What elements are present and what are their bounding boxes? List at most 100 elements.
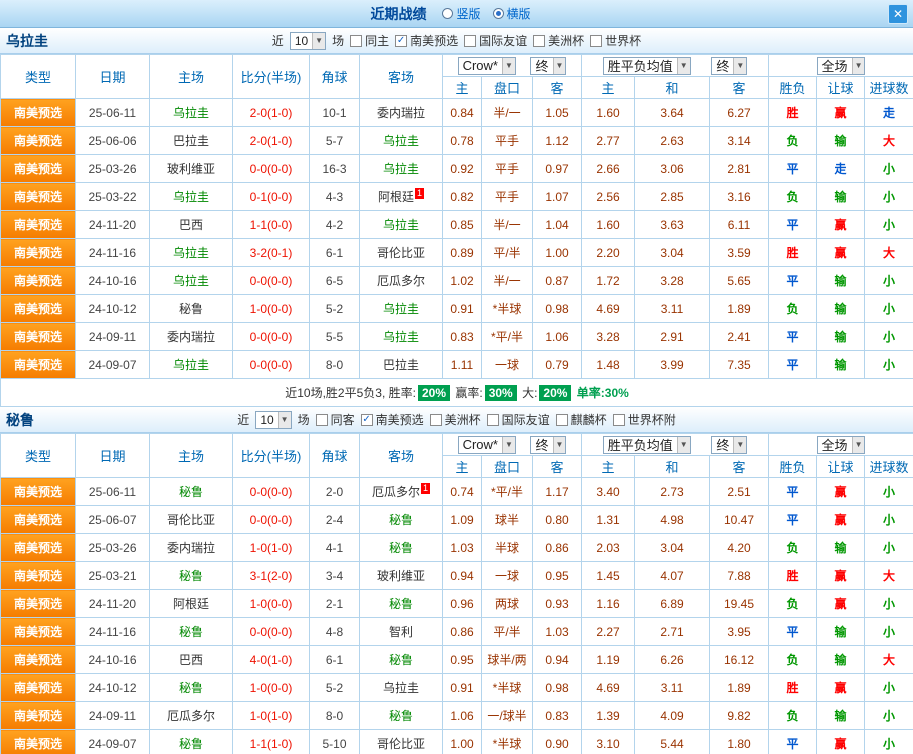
league-tag: 南美预选	[0, 589, 76, 618]
filter-checkbox-2[interactable]: 美洲杯	[429, 411, 481, 428]
corner-cell: 5-7	[309, 126, 360, 155]
result-goals: 大	[864, 561, 913, 590]
eu-draw-odds: 4.07	[634, 561, 711, 590]
eu-draw-odds: 2.73	[634, 477, 711, 506]
filter-checkbox-4[interactable]: 麒麟杯	[555, 411, 607, 428]
ah-line: 平手	[481, 154, 533, 183]
filter-checkbox-3[interactable]: 美洲杯	[533, 32, 584, 49]
score-cell: 1-0(1-0)	[232, 533, 310, 562]
filter-checkbox-1[interactable]: ✓ 南美预选	[395, 32, 458, 49]
league-tag: 南美预选	[0, 294, 76, 323]
subcol-7: 让球	[816, 455, 866, 478]
team-name: 阿根廷	[172, 597, 209, 611]
filter-checkbox-3[interactable]: 国际友谊	[486, 411, 550, 428]
score-cell: 0-0(0-0)	[232, 154, 310, 183]
panel-title: 近期战绩	[370, 5, 427, 22]
match-date: 25-03-22	[75, 182, 150, 211]
radio-label: 竖版	[456, 7, 481, 21]
filter-checkbox-5[interactable]: 世界杯附	[612, 411, 676, 428]
eu-draw-odds: 3.99	[634, 350, 711, 379]
result-handicap: 赢	[816, 238, 866, 267]
eu-draw-odds: 3.06	[634, 154, 711, 183]
odds-company-select[interactable]: Crow* ▼	[457, 56, 516, 75]
match-row: 南美预选 24-09-11 委内瑞拉 0-0(0-0) 5-5 乌拉圭 0.83 *平/半 1.…	[0, 322, 913, 351]
eu-draw-odds: 2.71	[634, 617, 711, 646]
team-name: 乌拉圭	[382, 218, 419, 232]
radio-icon	[492, 8, 504, 19]
recent-matches-table-1: 类型 日期 主场 比分(半场) 角球 客场 Crow* ▼ 终 ▼ 胜平负均值 ▼ 终 ▼ 全场 ▼ 主盘口客主…	[0, 433, 913, 754]
match-row: 南美预选 25-03-21 秘鲁 3-1(2-0) 3-4 玻利维亚 0.94 一球 0.95 1…	[0, 561, 913, 590]
summary-stat-value: 30%	[484, 385, 517, 401]
match-date: 24-10-12	[75, 673, 150, 702]
filter-checkbox-2[interactable]: 国际友谊	[464, 32, 527, 49]
summary-stat-label: 赢率:	[455, 386, 483, 400]
filter-checkbox-0[interactable]: 同主	[350, 32, 389, 49]
eu-home-odds: 1.16	[581, 589, 636, 618]
full-match-select[interactable]: 全场 ▼	[816, 56, 866, 75]
ah-home-odds: 0.89	[442, 238, 482, 267]
eu-draw-odds: 6.89	[634, 589, 711, 618]
full-match-select[interactable]: 全场 ▼	[816, 435, 866, 454]
recent-count-select[interactable]: 10 ▼	[289, 31, 327, 50]
subcol-3: 主	[581, 455, 636, 478]
result-handicap: 赢	[816, 98, 866, 127]
close-button[interactable]: ✕	[888, 4, 908, 24]
ah-home-odds: 1.02	[442, 266, 482, 295]
away-team-cell: 乌拉圭	[359, 294, 443, 323]
score-cell: 3-2(0-1)	[232, 238, 310, 267]
team-name: 乌拉圭	[172, 358, 209, 372]
eu-home-odds: 1.60	[581, 210, 636, 239]
layout-radio-1[interactable]: 横版	[492, 5, 531, 22]
score-cell: 1-1(1-0)	[232, 729, 310, 754]
result-goals: 大	[864, 238, 913, 267]
ah-final-select[interactable]: 终 ▼	[530, 435, 567, 454]
corner-cell: 6-5	[309, 266, 360, 295]
filter-checkbox-4[interactable]: 世界杯	[590, 32, 641, 49]
match-date: 25-06-11	[75, 477, 150, 506]
subcol-2: 客	[531, 76, 583, 99]
ah-home-odds: 0.83	[442, 322, 482, 351]
result-header: 全场 ▼	[768, 54, 913, 77]
col-type: 类型	[0, 433, 76, 478]
eu-final-select[interactable]: 终 ▼	[711, 56, 748, 75]
eu-odds-header: 胜平负均值 ▼ 终 ▼	[581, 433, 770, 456]
col-score: 比分(半场)	[232, 54, 310, 99]
layout-radio-0[interactable]: 竖版	[442, 5, 481, 22]
avg-odds-select[interactable]: 胜平负均值 ▼	[602, 56, 691, 75]
score-cell: 0-1(0-0)	[232, 182, 310, 211]
home-team-cell: 阿根廷	[149, 589, 233, 618]
checkbox-label: 美洲杯	[548, 34, 585, 48]
result-handicap: 赢	[816, 589, 866, 618]
col-date: 日期	[75, 433, 150, 478]
recent-count-select[interactable]: 10 ▼	[255, 410, 292, 429]
result-goals: 大	[864, 645, 913, 674]
home-team-cell: 乌拉圭	[149, 98, 233, 127]
match-date: 24-11-20	[75, 210, 150, 239]
away-team-cell: 厄瓜多尔	[359, 266, 443, 295]
eu-draw-odds: 4.98	[634, 505, 711, 534]
checkbox-icon	[464, 34, 477, 47]
away-team-cell: 委内瑞拉	[359, 98, 443, 127]
ah-line: 两球	[481, 589, 533, 618]
match-row: 南美预选 25-06-06 巴拉圭 2-0(1-0) 5-7 乌拉圭 0.78 平手 1.12 2…	[0, 126, 913, 155]
odds-company-select[interactable]: Crow* ▼	[457, 435, 516, 454]
eu-home-odds: 1.39	[581, 701, 636, 730]
eu-final-select[interactable]: 终 ▼	[711, 435, 748, 454]
ah-away-odds: 0.98	[531, 294, 583, 323]
team-name: 巴西	[178, 653, 203, 667]
team-name: 委内瑞拉	[166, 541, 215, 555]
score-cell: 0-0(0-0)	[232, 617, 310, 646]
filter-checkbox-1[interactable]: ✓ 南美预选	[360, 411, 424, 428]
ah-away-odds: 1.17	[531, 477, 583, 506]
filter-checkbox-0[interactable]: 同客	[315, 411, 355, 428]
eu-away-odds: 1.89	[709, 673, 770, 702]
result-goals: 小	[864, 210, 913, 239]
league-tag: 南美预选	[0, 617, 76, 646]
home-team-cell: 秘鲁	[149, 729, 233, 754]
avg-odds-select[interactable]: 胜平负均值 ▼	[602, 435, 691, 454]
result-handicap: 赢	[816, 210, 866, 239]
chevron-down-icon: ▼	[501, 436, 515, 453]
result-wdl: 平	[768, 617, 818, 646]
ah-final-select[interactable]: 终 ▼	[530, 56, 567, 75]
league-tag: 南美预选	[0, 210, 76, 239]
